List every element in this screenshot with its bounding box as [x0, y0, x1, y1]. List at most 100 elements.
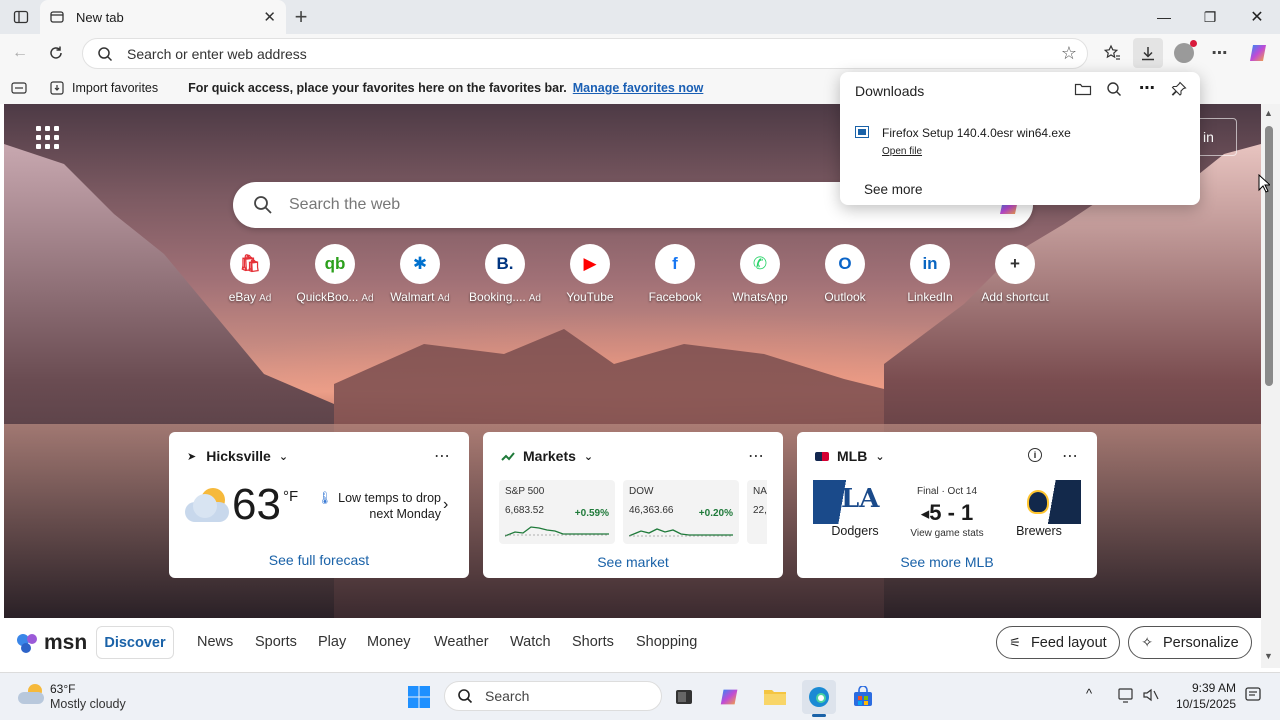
market-tile-sp500[interactable]: S&P 500 6,683.52 +0.59%: [499, 480, 615, 544]
info-icon[interactable]: i: [1028, 448, 1042, 462]
address-bar[interactable]: Search or enter web address ☆: [82, 38, 1088, 69]
restore-icon[interactable]: ❐: [1187, 0, 1233, 34]
start-button[interactable]: [402, 680, 436, 714]
taskbar-time[interactable]: 9:39 AM: [1170, 681, 1236, 695]
mlb-more-icon[interactable]: ⋯: [1062, 446, 1079, 466]
weather-card[interactable]: ➤ Hicksville ⌄ ⋯ 63 °F 🌡 Low temps to dr…: [169, 432, 469, 578]
taskbar-weather-desc[interactable]: Mostly cloudy: [50, 697, 126, 711]
volume-icon[interactable]: [1142, 686, 1160, 707]
scroll-up-icon[interactable]: ▲: [1264, 108, 1273, 118]
see-more-downloads-link[interactable]: See more: [864, 182, 923, 197]
cloudy-icon: [183, 486, 231, 526]
taskbar-date[interactable]: 10/15/2025: [1160, 697, 1236, 711]
tab-shorts[interactable]: Shorts: [572, 634, 614, 650]
see-more-mlb-link[interactable]: See more MLB: [797, 554, 1097, 570]
import-favorites-button[interactable]: Import favorites: [50, 81, 158, 95]
downloads-more-icon[interactable]: ⋯: [1139, 78, 1155, 98]
see-full-forecast-link[interactable]: See full forecast: [169, 552, 469, 568]
market-fade: [767, 480, 783, 544]
tab-watch[interactable]: Watch: [510, 634, 551, 650]
downloads-icon[interactable]: [1133, 38, 1163, 68]
copilot-icon[interactable]: [1243, 38, 1273, 68]
shortcut-5[interactable]: f Facebook: [632, 244, 718, 304]
tab-sports[interactable]: Sports: [255, 634, 297, 650]
refresh-icon[interactable]: [41, 38, 71, 68]
weather-forecast-text: Low temps to drop next Monday: [338, 491, 441, 521]
search-downloads-icon[interactable]: [1106, 81, 1122, 100]
search-icon: [98, 46, 113, 61]
facebook-icon: f: [655, 244, 695, 284]
pin-icon[interactable]: [1171, 81, 1187, 100]
markets-card[interactable]: Markets ⌄ ⋯ S&P 500 6,683.52 +0.59% DOW …: [483, 432, 783, 578]
shortcut-2[interactable]: ✱ Walmart Ad: [377, 244, 463, 304]
msn-logo[interactable]: msn: [16, 631, 87, 655]
markets-header[interactable]: Markets ⌄: [501, 448, 593, 464]
tab-money[interactable]: Money: [367, 634, 411, 650]
manage-favorites-link[interactable]: Manage favorites now: [573, 81, 704, 95]
markets-more-icon[interactable]: ⋯: [748, 446, 765, 466]
shortcut-3[interactable]: B. Booking.... Ad: [462, 244, 548, 304]
weather-widget-icon[interactable]: [18, 682, 46, 706]
shortcut-8[interactable]: in LinkedIn: [887, 244, 973, 304]
shortcut-4[interactable]: ▶ YouTube: [547, 244, 633, 304]
weather-more-icon[interactable]: ⋯: [434, 446, 451, 466]
mlb-card[interactable]: MLB ⌄ i ⋯ LA Dodgers Brewers Final · Oct…: [797, 432, 1097, 578]
file-explorer-icon[interactable]: [758, 680, 792, 714]
shortcut-7[interactable]: O Outlook: [802, 244, 888, 304]
mlb-logo-icon: [815, 451, 829, 461]
edge-taskbar-icon[interactable]: [802, 680, 836, 714]
folder-icon[interactable]: [1074, 81, 1092, 100]
shortcut-9[interactable]: + Add shortcut: [972, 244, 1058, 304]
downloads-panel: Downloads ⋯ Firefox Setup 140.4.0esr win…: [840, 72, 1200, 205]
show-hidden-icons[interactable]: ^: [1086, 686, 1092, 701]
chevron-right-icon[interactable]: ›: [443, 496, 448, 514]
apps-grid-icon[interactable]: [36, 126, 60, 150]
sidebar-toggle-icon[interactable]: [10, 82, 28, 94]
shortcut-label-text: Facebook: [648, 290, 702, 304]
favorite-star-icon[interactable]: ☆: [1061, 43, 1077, 64]
import-favorites-label: Import favorites: [72, 81, 159, 95]
feed-layout-button[interactable]: ⚟ Feed layout: [996, 626, 1120, 659]
copilot-taskbar-icon[interactable]: [713, 680, 747, 714]
open-file-link[interactable]: Open file: [882, 146, 922, 157]
weather-location[interactable]: ➤ Hicksville ⌄: [187, 448, 288, 464]
new-tab-plus-icon[interactable]: +: [286, 2, 316, 32]
windows-logo-icon: [408, 686, 430, 708]
tab-actions-icon[interactable]: [6, 2, 36, 32]
taskbar-weather-temp[interactable]: 63°F: [50, 682, 75, 696]
msn-butterfly-icon: [17, 634, 37, 653]
network-icon[interactable]: [1117, 686, 1135, 707]
tab-new-tab[interactable]: New tab ✕: [40, 0, 286, 34]
scroll-down-icon[interactable]: ▼: [1264, 651, 1273, 661]
tab-news[interactable]: News: [197, 634, 233, 650]
close-window-icon[interactable]: ✕: [1234, 0, 1280, 34]
tab-play[interactable]: Play: [318, 634, 346, 650]
sparkline: [505, 526, 609, 537]
shortcut-1[interactable]: qb QuickBoo... Ad: [292, 244, 378, 304]
chevron-down-icon: ⌄: [875, 450, 885, 463]
notifications-icon[interactable]: [1244, 686, 1262, 707]
shortcut-6[interactable]: ✆ WhatsApp: [717, 244, 803, 304]
task-view-icon[interactable]: [667, 680, 701, 714]
tab-weather[interactable]: Weather: [434, 634, 489, 650]
favorites-icon[interactable]: [1097, 38, 1127, 68]
shortcut-0[interactable]: 🛍 eBay Ad: [207, 244, 293, 304]
tab-discover[interactable]: Discover: [96, 626, 174, 659]
shortcut-label: Outlook: [824, 290, 865, 304]
linkedin-icon: in: [910, 244, 950, 284]
settings-more-icon[interactable]: ⋯: [1205, 38, 1235, 68]
minimize-icon[interactable]: —: [1141, 0, 1187, 34]
taskbar-search[interactable]: Search: [444, 681, 662, 711]
see-market-link[interactable]: See market: [483, 554, 783, 570]
tab-shopping[interactable]: Shopping: [636, 634, 697, 650]
view-game-stats[interactable]: View game stats: [897, 528, 997, 539]
back-icon[interactable]: ←: [5, 38, 35, 68]
store-icon[interactable]: [846, 680, 880, 714]
close-tab-icon[interactable]: ✕: [263, 8, 276, 26]
market-tile-dow[interactable]: DOW 46,363.66 +0.20%: [623, 480, 739, 544]
youtube-icon: ▶: [570, 244, 610, 284]
personalize-button[interactable]: ✧ Personalize: [1128, 626, 1252, 659]
scrollbar-thumb[interactable]: [1265, 126, 1273, 386]
profile-avatar[interactable]: [1169, 38, 1199, 68]
mlb-header[interactable]: MLB ⌄: [815, 448, 885, 464]
